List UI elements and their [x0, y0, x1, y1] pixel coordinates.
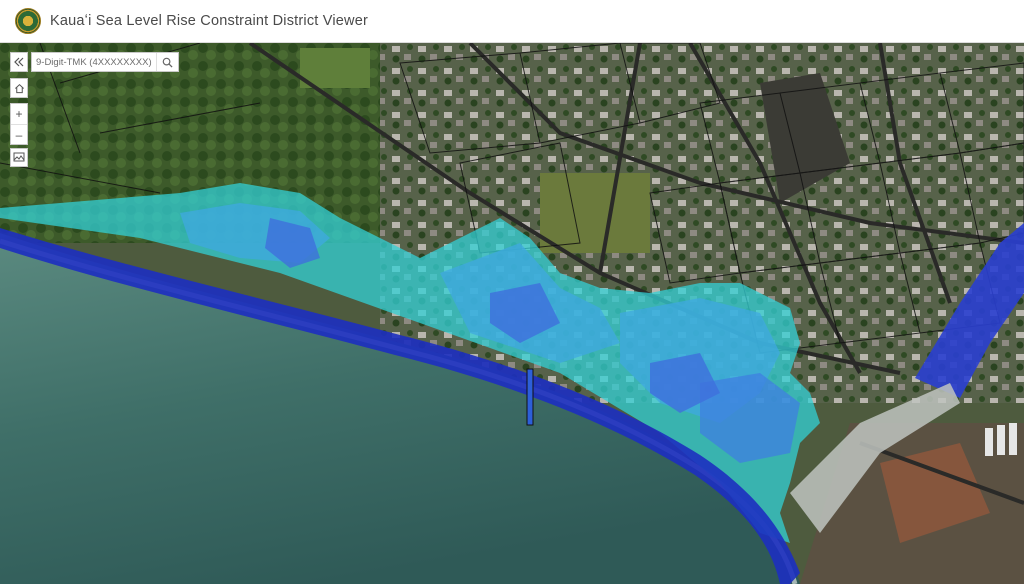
collapse-panel-button[interactable]	[10, 52, 28, 72]
pier	[526, 368, 534, 426]
home-button[interactable]	[10, 78, 28, 98]
double-chevron-left-icon	[14, 57, 24, 67]
zoom-out-button[interactable]: –	[11, 124, 27, 144]
map-canvas[interactable]	[0, 43, 1024, 584]
page-title: Kauaʻi Sea Level Rise Constraint Distric…	[50, 13, 368, 29]
zoom-in-button[interactable]: +	[11, 104, 27, 124]
zoom-controls: + –	[10, 103, 28, 145]
basemap-gallery-button[interactable]	[10, 148, 28, 167]
app-header: Kauaʻi Sea Level Rise Constraint Distric…	[0, 0, 1024, 43]
tmk-search-input[interactable]	[32, 53, 156, 71]
home-icon	[14, 83, 24, 93]
map-view[interactable]	[0, 43, 1024, 584]
tmk-search-box[interactable]	[31, 52, 179, 72]
ballfield	[540, 173, 650, 253]
county-seal-icon	[15, 8, 41, 34]
search-button[interactable]	[156, 53, 178, 71]
basemap-gallery-icon	[13, 152, 25, 162]
search-icon	[162, 57, 173, 68]
